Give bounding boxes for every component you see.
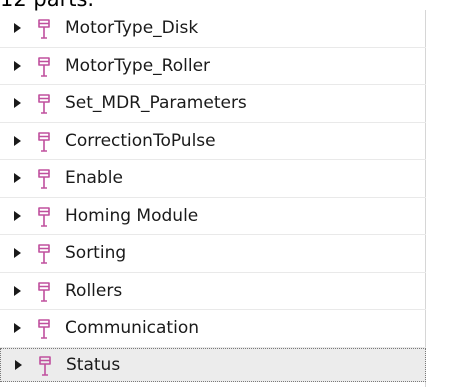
expand-arrow-icon[interactable] [14, 210, 21, 221]
plc-datatype-icon [39, 355, 51, 376]
expand-arrow-icon[interactable] [15, 359, 22, 370]
tree-item-label: MotorType_Disk [65, 18, 199, 38]
tree-item-enable[interactable]: Enable [0, 160, 426, 198]
expand-arrow-icon[interactable] [14, 285, 21, 296]
tree-item-motortype-roller[interactable]: MotorType_Roller [0, 48, 426, 85]
expand-arrow-icon[interactable] [14, 248, 21, 258]
project-tree-panel: MotorType_Disk MotorType_Roller Set_MDR_… [0, 10, 456, 387]
tree-item-sorting[interactable]: Sorting [0, 235, 426, 273]
expand-arrow-icon[interactable] [14, 323, 21, 333]
expand-arrow-icon[interactable] [14, 173, 21, 183]
tree-item-label: Sorting [65, 243, 127, 263]
tree-item-correctiontopulse[interactable]: CorrectionToPulse [0, 123, 426, 160]
tree-item-label: CorrectionToPulse [65, 130, 216, 151]
plc-datatype-icon [38, 169, 50, 189]
tree-item-label: Homing Module [65, 205, 199, 226]
tree-item-homing-module[interactable]: Homing Module [0, 198, 426, 235]
tree-list: MotorType_Disk MotorType_Roller Set_MDR_… [0, 10, 456, 382]
plc-datatype-icon [38, 94, 50, 114]
partial-caption-text: 12 parts. [0, 0, 94, 10]
expand-arrow-icon[interactable] [14, 135, 21, 146]
tree-item-label: Enable [65, 168, 123, 188]
tree-item-rollers[interactable]: Rollers [0, 273, 426, 310]
tree-item-motortype-disk[interactable]: MotorType_Disk [0, 10, 426, 48]
tree-item-label: Set_MDR_Parameters [65, 93, 247, 113]
plc-datatype-icon [38, 19, 50, 39]
plc-datatype-icon [38, 281, 50, 302]
plc-datatype-icon [38, 319, 50, 339]
plc-datatype-icon [38, 56, 50, 77]
plc-datatype-icon [38, 131, 50, 152]
tree-item-status[interactable]: Status [0, 347, 426, 382]
expand-arrow-icon[interactable] [14, 23, 21, 33]
tree-item-communication[interactable]: Communication [0, 310, 426, 348]
plc-datatype-icon [38, 206, 50, 227]
tree-item-label: Communication [65, 318, 199, 338]
tree-item-label: Rollers [65, 280, 123, 301]
tree-item-label: MotorType_Roller [65, 55, 211, 76]
tree-item-label: Status [66, 354, 121, 375]
tree-item-set-mdr-parameters[interactable]: Set_MDR_Parameters [0, 85, 426, 123]
expand-arrow-icon[interactable] [14, 60, 21, 71]
plc-datatype-icon [38, 244, 50, 264]
expand-arrow-icon[interactable] [14, 98, 21, 108]
